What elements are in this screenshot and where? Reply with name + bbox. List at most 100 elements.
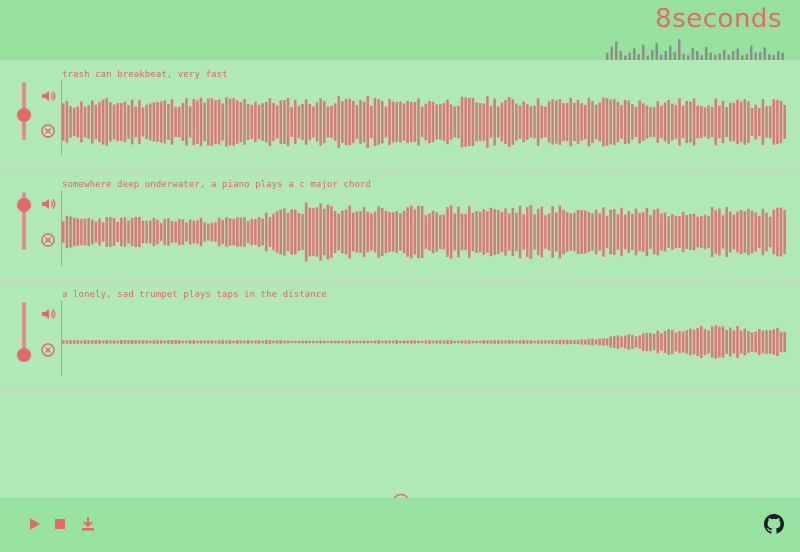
github-icon[interactable]	[764, 514, 784, 534]
waveform-bar	[493, 209, 496, 255]
waveform-bar	[558, 99, 562, 145]
waveform-bar	[511, 99, 515, 145]
waveform-bar	[449, 205, 453, 259]
waveform-bar	[475, 211, 478, 253]
waveform-bar	[783, 209, 786, 255]
waveform-bar	[652, 334, 656, 350]
waveform-bar	[533, 340, 536, 344]
remove-track-icon[interactable]	[40, 342, 56, 358]
waveform-bar	[159, 222, 163, 242]
play-icon[interactable]	[26, 516, 42, 532]
waveform-bar	[692, 329, 696, 355]
waveform-bar	[754, 104, 757, 140]
waveform-bar	[656, 330, 660, 354]
waveform-bar	[576, 100, 580, 144]
waveform-bar	[283, 340, 286, 344]
waveform-bar	[141, 220, 145, 244]
waveform-bar	[620, 105, 623, 139]
waveform-bar	[609, 209, 612, 255]
waveform-bar	[710, 326, 714, 358]
volume-slider[interactable]	[17, 300, 31, 364]
waveform-bar	[83, 106, 87, 138]
waveform-bar	[652, 209, 656, 255]
footer-toolbar	[0, 498, 800, 552]
waveform-bar	[449, 340, 453, 344]
volume-slider[interactable]	[17, 80, 31, 144]
waveform-bar	[170, 221, 174, 243]
waveform-bar	[366, 211, 370, 253]
waveform-bar	[729, 211, 732, 253]
waveform-bar	[333, 340, 337, 344]
waveform-bar	[388, 98, 391, 146]
volume-knob[interactable]	[17, 348, 31, 362]
waveform-bar	[497, 106, 500, 138]
waveform[interactable]	[62, 196, 787, 268]
waveform-bar	[381, 340, 384, 344]
waveform-bar	[214, 340, 217, 344]
track-prompt: somewhere deep underwater, a piano plays…	[62, 180, 372, 190]
waveform-bar	[294, 340, 297, 344]
waveform-bar	[631, 334, 634, 350]
waveform-bar	[475, 340, 478, 344]
waveform-bar	[319, 203, 322, 261]
brand-level-bar	[619, 50, 622, 60]
waveform-bar	[616, 335, 620, 349]
waveform-bar	[257, 104, 261, 140]
waveform-bar	[642, 103, 645, 141]
waveform-bar	[725, 330, 728, 354]
speaker-icon[interactable]	[40, 306, 56, 322]
waveform-bar	[261, 340, 264, 344]
waveform-bar	[739, 330, 743, 354]
waveform-bar	[377, 340, 380, 344]
volume-slider[interactable]	[17, 190, 31, 254]
waveform-bar	[323, 208, 326, 256]
waveform-bar	[62, 221, 65, 243]
waveform-bar	[185, 98, 188, 146]
waveform-bar	[721, 326, 725, 358]
waveform-bar	[185, 222, 188, 242]
waveform-bar	[442, 340, 446, 344]
waveform-bar	[112, 340, 116, 344]
waveform-bar	[243, 340, 246, 344]
waveform-bar	[460, 213, 464, 251]
remove-track-icon[interactable]	[40, 123, 56, 139]
waveform-bar	[101, 340, 105, 344]
waveform-bar	[399, 340, 402, 344]
waveform-bar	[257, 217, 261, 247]
remove-track-icon[interactable]	[40, 232, 56, 248]
waveform-bar	[410, 205, 413, 259]
volume-knob[interactable]	[17, 198, 31, 212]
waveform-bar	[772, 209, 776, 255]
volume-knob[interactable]	[17, 108, 31, 122]
waveform-bar	[500, 211, 504, 253]
waveform-bar	[80, 101, 83, 143]
stop-icon[interactable]	[52, 516, 68, 532]
waveform-bar	[370, 213, 373, 251]
download-icon[interactable]	[80, 516, 96, 532]
waveform-bar	[152, 102, 156, 142]
waveform-bar	[330, 105, 333, 139]
waveform-bar	[743, 99, 747, 145]
waveform-bar	[656, 101, 660, 143]
waveform-bar	[573, 102, 576, 142]
waveform-bar	[725, 107, 728, 137]
waveform-bar	[721, 215, 725, 249]
speaker-icon[interactable]	[40, 88, 56, 104]
waveform-bar	[178, 218, 181, 246]
speaker-icon[interactable]	[40, 196, 56, 212]
waveform-bar	[507, 340, 511, 344]
waveform-bar	[308, 103, 312, 141]
waveform-bar	[540, 105, 544, 139]
waveform-bar	[395, 340, 399, 344]
waveform-bar	[587, 97, 591, 147]
waveform[interactable]	[62, 306, 787, 378]
waveform-bar	[203, 340, 206, 344]
waveform-bar	[515, 212, 518, 252]
waveform-bar	[286, 340, 290, 344]
waveform-bar	[685, 330, 689, 354]
waveform-bar	[551, 206, 554, 258]
waveform-bar	[649, 332, 652, 352]
waveform-bar	[464, 213, 467, 251]
waveform[interactable]	[62, 86, 787, 158]
waveform-bar	[656, 208, 660, 256]
